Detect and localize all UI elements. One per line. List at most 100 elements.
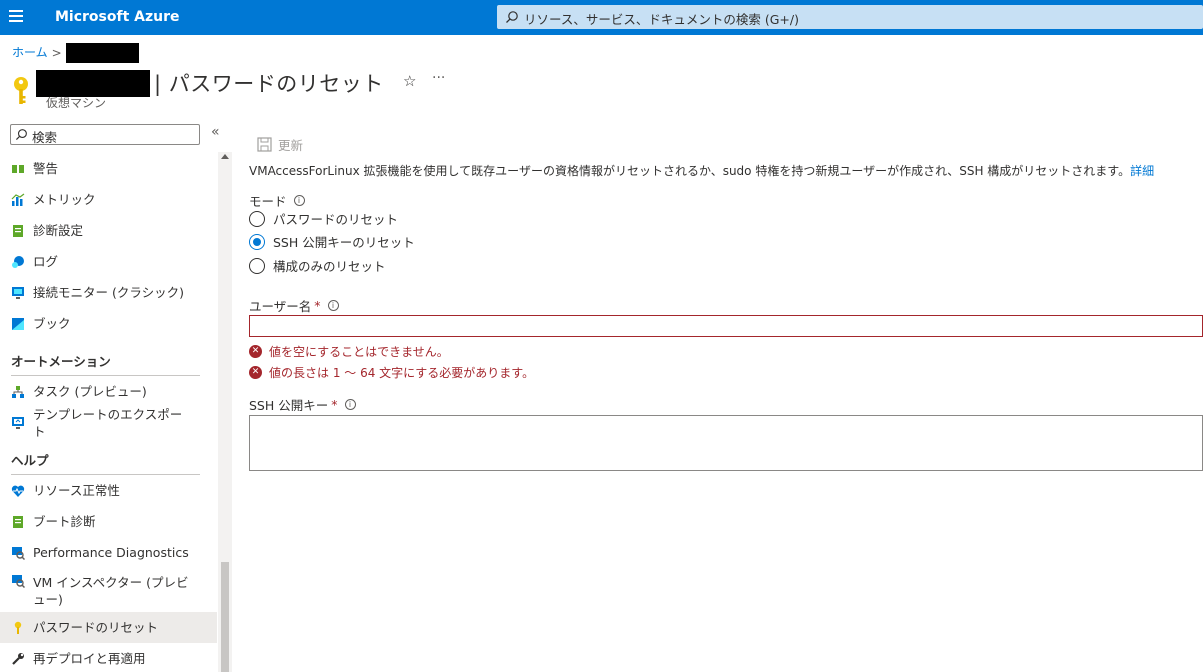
sidebar-item-export-template[interactable]: テンプレートのエクスポート [0,406,217,439]
favorite-star-icon[interactable]: ☆ [403,72,416,90]
sidebar-item-tasks[interactable]: タスク (プレビュー) [0,376,217,407]
learn-more-link[interactable]: 詳細 [1130,164,1154,178]
workbook-icon [12,317,24,330]
sidebar-item-label: ログ [33,254,59,269]
radio-reset-config-only[interactable]: 構成のみのリセット [249,256,386,275]
sidebar-item-diagnostic-settings[interactable]: 診断設定 [0,215,217,246]
sidebar: 検索 « 警告 メトリック 診断設定 ログ 接続モニター (クラシック) ブック… [0,120,232,672]
sidebar-item-logs[interactable]: ログ [0,246,217,277]
sidebar-search-placeholder: 検索 [32,130,58,145]
radio-button[interactable] [249,257,265,274]
scroll-up-icon[interactable] [221,154,229,159]
sidebar-item-label: タスク (プレビュー) [33,384,147,399]
required-marker: * [331,397,338,412]
connection-monitor-icon [12,286,24,299]
sidebar-item-metrics[interactable]: メトリック [0,184,217,215]
username-input[interactable] [249,315,1203,337]
sidebar-item-label: リソース正常性 [33,483,120,498]
save-icon [257,137,272,152]
key-icon [14,77,28,104]
sidebar-item-redeploy[interactable]: 再デプロイと再適用 [0,643,217,672]
mode-label-text: モード [249,194,287,209]
required-marker: * [314,298,321,313]
resource-health-icon [11,485,25,497]
logs-icon [12,255,24,268]
sidebar-item-label: 接続モニター (クラシック) [33,285,184,300]
sidebar-scrollbar[interactable] [218,152,232,672]
sidebar-item-performance-diagnostics[interactable]: Performance Diagnostics [0,537,217,568]
breadcrumb-home[interactable]: ホーム [12,46,48,60]
breadcrumb-redacted-resource[interactable] [65,43,139,63]
brand-title[interactable]: Microsoft Azure [55,9,180,25]
collapse-sidebar-icon[interactable]: « [211,124,220,140]
username-label: ユーザー名 * i [249,296,339,315]
resource-type-subtitle: 仮想マシン [46,96,107,110]
error-message-length: ✕ 値の長さは 1 ～ 64 文字にする必要があります。 [249,364,534,381]
sidebar-item-label: パスワードのリセット [33,620,159,635]
sidebar-item-label: 警告 [33,161,59,176]
sidebar-item-label: 再デプロイと再適用 [33,651,146,666]
username-label-text: ユーザー名 [249,299,312,314]
vm-inspector-icon [12,575,25,588]
sidebar-item-reset-password[interactable]: パスワードのリセット [0,612,217,643]
section-automation: オートメーション [11,354,111,369]
description-text: VMAccessForLinux 拡張機能を使用して既存ユーザーの資格情報がリセ… [249,164,1131,178]
info-icon[interactable]: i [293,195,305,206]
global-search-input[interactable]: リソース、サービス、ドキュメントの検索 (G+/) [497,5,1203,29]
description: VMAccessForLinux 拡張機能を使用して既存ユーザーの資格情報がリセ… [249,162,1154,179]
radio-label: パスワードのリセット [273,212,399,227]
refresh-label: 更新 [278,138,304,153]
ssh-key-textarea[interactable] [249,415,1203,471]
radio-button[interactable] [249,210,265,227]
radio-reset-ssh-key[interactable]: SSH 公開キーのリセット [249,232,415,251]
sidebar-item-label: ブート診断 [33,514,96,529]
ssh-key-label-text: SSH 公開キー [249,398,329,413]
error-text: 値を空にすることはできません。 [269,345,449,359]
error-message-empty: ✕ 値を空にすることはできません。 [249,343,449,360]
ssh-key-label: SSH 公開キー * i [249,395,356,414]
sidebar-nav: 警告 メトリック 診断設定 ログ 接続モニター (クラシック) ブック オートメ… [0,153,217,672]
scrollbar-thumb[interactable] [221,562,229,672]
sidebar-item-label: メトリック [33,192,96,207]
tasks-icon [12,385,24,398]
sidebar-item-label: ブック [33,316,71,331]
breadcrumb: ホーム > [12,43,139,63]
sidebar-item-connection-monitor[interactable]: 接続モニター (クラシック) [0,277,217,308]
sidebar-item-workbooks[interactable]: ブック [0,308,217,339]
error-icon: ✕ [249,345,262,358]
main-content: 更新 VMAccessForLinux 拡張機能を使用して既存ユーザーの資格情報… [249,120,1203,672]
search-icon [15,129,27,141]
sidebar-item-label: 診断設定 [33,223,84,238]
search-icon [506,11,518,23]
sidebar-item-label: テンプレートのエクスポート [33,406,183,439]
redacted-vm-name [36,70,150,97]
sidebar-item-vm-inspector[interactable]: VM インスペクター (プレビュー) [0,568,217,612]
menu-icon[interactable] [9,10,23,24]
refresh-button[interactable]: 更新 [257,135,303,154]
boot-diagnostics-icon [13,515,23,528]
more-options-icon[interactable]: ··· [432,70,445,86]
sidebar-search-input[interactable]: 検索 [10,124,200,145]
radio-button-selected[interactable] [249,233,265,250]
export-template-icon [12,416,24,429]
breadcrumb-separator: > [51,45,62,60]
info-icon[interactable]: i [344,399,356,410]
wrench-icon [12,652,24,665]
error-icon: ✕ [249,366,262,379]
page-title: | パスワードのリセット [154,72,384,96]
sidebar-item-label: Performance Diagnostics [33,545,189,560]
key-icon [14,621,22,634]
info-icon[interactable]: i [327,300,339,311]
sidebar-item-resource-health[interactable]: リソース正常性 [0,475,217,506]
global-search-placeholder: リソース、サービス、ドキュメントの検索 (G+/) [524,12,799,27]
radio-label: 構成のみのリセット [273,259,386,274]
sidebar-item-label: VM インスペクター (プレビュー) [33,575,189,607]
section-help: ヘルプ [11,453,49,468]
error-text: 値の長さは 1 ～ 64 文字にする必要があります。 [269,366,535,380]
performance-diagnostics-icon [12,546,25,560]
sidebar-item-alerts[interactable]: 警告 [0,153,217,184]
radio-reset-password[interactable]: パスワードのリセット [249,209,398,228]
sidebar-item-boot-diagnostics[interactable]: ブート診断 [0,506,217,537]
diagnostic-settings-icon [13,224,23,237]
radio-label: SSH 公開キーのリセット [273,235,415,250]
